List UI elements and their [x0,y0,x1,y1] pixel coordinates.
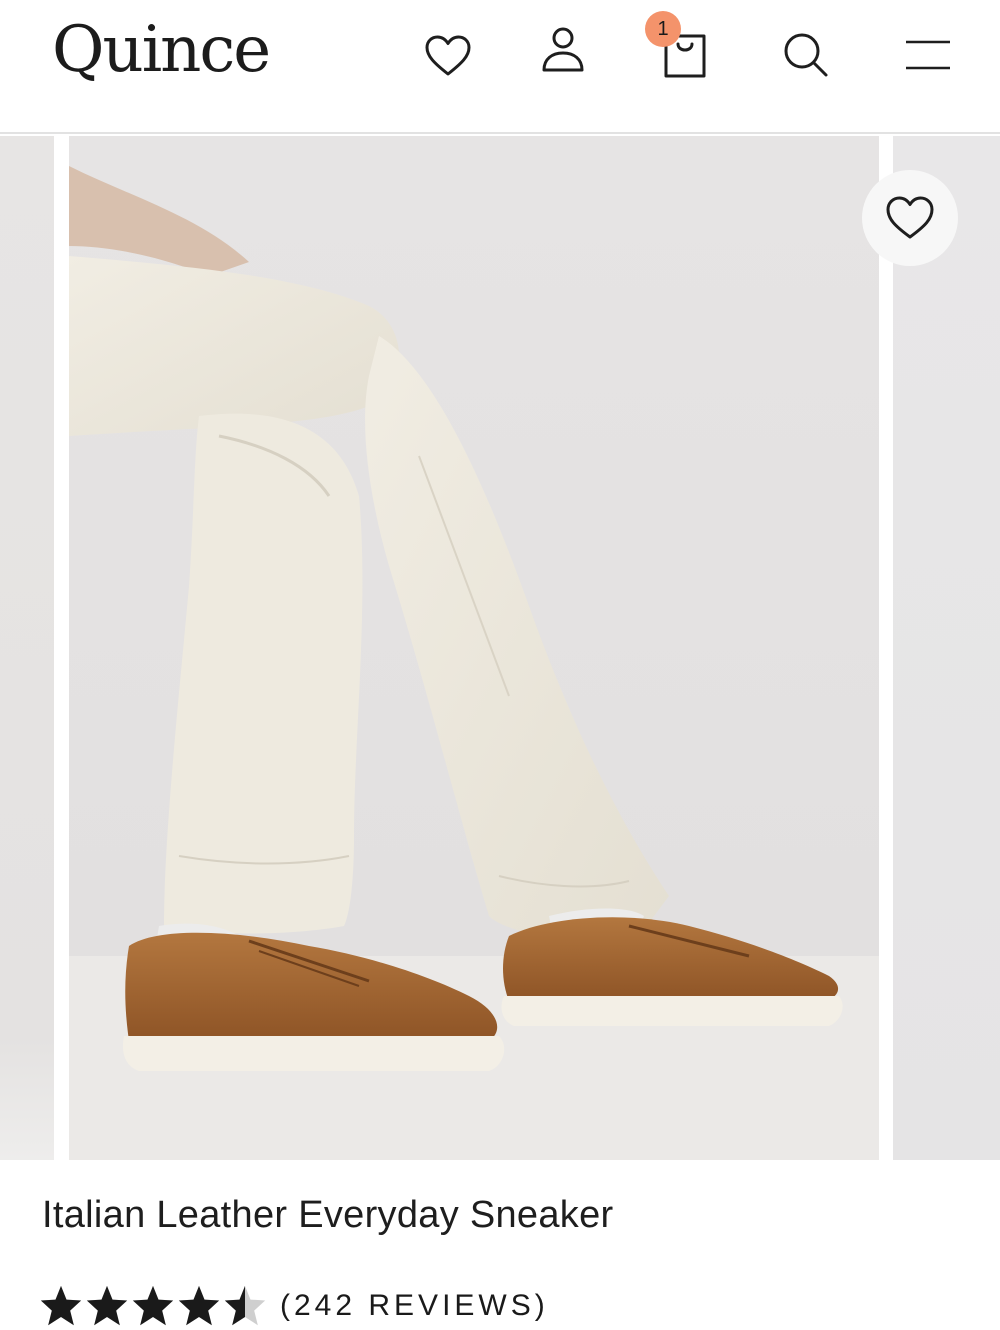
account-icon[interactable] [540,26,586,74]
rating-reviews-link[interactable]: (242 REVIEWS) [38,1284,549,1328]
reviews-count: (242 REVIEWS) [280,1289,549,1322]
heart-icon [886,196,934,239]
add-to-wishlist-button[interactable] [862,170,958,266]
star-half-icon [224,1285,266,1326]
product-title: Italian Leather Everyday Sneaker [42,1194,614,1236]
cart-count-badge: 1 [645,11,681,47]
site-header: Quince 1 [0,0,1000,134]
star-rating [38,1284,268,1328]
wishlist-heart-icon[interactable] [424,34,472,78]
product-image-carousel[interactable] [0,136,1000,1160]
search-icon[interactable] [781,30,831,80]
menu-icon[interactable] [904,38,952,72]
star-full-icon [86,1285,128,1326]
previous-slide-image[interactable] [0,136,54,1160]
star-full-icon [40,1285,82,1326]
logo[interactable]: Quince [52,10,271,90]
star-full-icon [132,1285,174,1326]
star-full-icon [178,1285,220,1326]
product-image[interactable] [69,136,879,1160]
next-slide-image[interactable] [893,136,1000,1160]
